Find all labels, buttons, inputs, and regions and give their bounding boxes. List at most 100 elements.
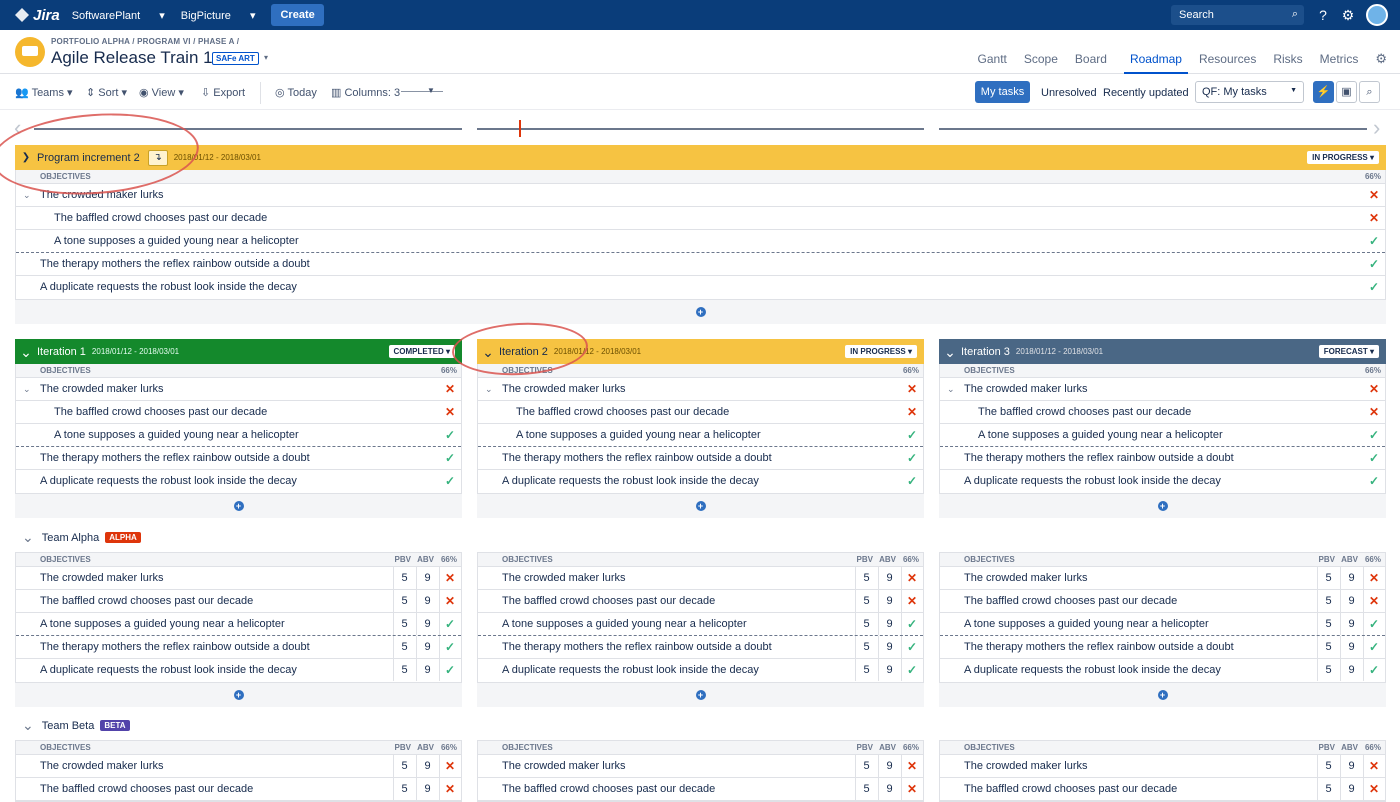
abv-value[interactable]: 9	[416, 778, 438, 800]
tab-scope[interactable]: Scope	[1024, 52, 1058, 74]
team-label[interactable]: ⌄ Team Beta BETA	[22, 717, 130, 734]
pbv-value[interactable]: 5	[393, 613, 415, 635]
jump-icon-button[interactable]: ↴	[147, 149, 168, 166]
iteration-header[interactable]: ⌄ Iteration 3 2018/01/12 - 2018/03/01 FOREC…	[939, 339, 1386, 364]
help-icon[interactable]: ?	[1315, 7, 1331, 23]
pbv-value[interactable]: 5	[855, 567, 877, 589]
objective-row[interactable]: A tone supposes a guided young near a he…	[478, 613, 923, 636]
today-button[interactable]: ◎ Today	[275, 86, 317, 99]
objective-row[interactable]: The crowded maker lurks 5 9 ✕	[940, 755, 1385, 778]
chevron-down-icon[interactable]: ⌄	[22, 717, 34, 734]
view-dropdown[interactable]: ◉ View ▾	[139, 86, 184, 99]
abv-value[interactable]: 9	[1340, 636, 1362, 658]
add-objective-plus-icon[interactable]: +	[233, 690, 244, 700]
pbv-value[interactable]: 5	[855, 755, 877, 777]
search-icon-button[interactable]: ⌕	[1359, 81, 1380, 103]
objective-row[interactable]: The therapy mothers the reflex rainbow o…	[478, 447, 923, 470]
add-objective-plus-icon[interactable]: +	[695, 690, 706, 700]
abv-value[interactable]: 9	[878, 613, 900, 635]
my-tasks-filter-button[interactable]: My tasks	[975, 81, 1030, 103]
objective-row[interactable]: A duplicate requests the robust look ins…	[940, 470, 1385, 493]
timeline-left-arrow-icon[interactable]: ‹	[14, 117, 21, 139]
timeline-right-arrow-icon[interactable]: ›	[1373, 117, 1380, 139]
objective-row[interactable]: ⌄ The crowded maker lurks ✕	[16, 378, 461, 401]
objective-row[interactable]: The crowded maker lurks 5 9 ✕	[478, 567, 923, 590]
iteration-header[interactable]: ⌄ Iteration 1 2018/01/12 - 2018/03/01 COMPL…	[15, 339, 462, 364]
objective-row[interactable]: ⌄ The crowded maker lurks ✕	[940, 378, 1385, 401]
pbv-value[interactable]: 5	[1317, 590, 1339, 612]
tab-gantt[interactable]: Gantt	[978, 52, 1007, 74]
objective-row[interactable]: A duplicate requests the robust look ins…	[478, 470, 923, 493]
abv-value[interactable]: 9	[416, 755, 438, 777]
objective-row[interactable]: A tone supposes a guided young near a he…	[16, 230, 1385, 253]
pbv-value[interactable]: 5	[855, 636, 877, 658]
objective-row[interactable]: The therapy mothers the reflex rainbow o…	[940, 447, 1385, 470]
pbv-value[interactable]: 5	[1317, 659, 1339, 681]
sort-dropdown[interactable]: ⇕ Sort ▾	[86, 86, 127, 99]
objective-row[interactable]: A tone supposes a guided young near a he…	[478, 424, 923, 447]
pbv-value[interactable]: 5	[855, 590, 877, 612]
jira-logo[interactable]: Jira	[14, 7, 60, 24]
objective-row[interactable]: The baffled crowd chooses past our decad…	[478, 401, 923, 424]
search-input[interactable]: Search ⌕	[1171, 5, 1304, 25]
columns-slider-handle[interactable]: ▼	[427, 86, 435, 95]
add-objective-plus-icon[interactable]: +	[233, 501, 244, 511]
pbv-value[interactable]: 5	[393, 659, 415, 681]
objective-row[interactable]: ⌄ The crowded maker lurks ✕	[16, 184, 1385, 207]
pbv-value[interactable]: 5	[393, 636, 415, 658]
objective-row[interactable]: The therapy mothers the reflex rainbow o…	[478, 636, 923, 659]
abv-value[interactable]: 9	[1340, 778, 1362, 800]
module-settings-gear-icon[interactable]: ⚙	[1375, 51, 1387, 74]
objective-row[interactable]: ⌄ The crowded maker lurks ✕	[478, 378, 923, 401]
objective-row[interactable]: A duplicate requests the robust look ins…	[16, 276, 1385, 299]
abv-value[interactable]: 9	[878, 659, 900, 681]
pbv-value[interactable]: 5	[855, 613, 877, 635]
objective-row[interactable]: The crowded maker lurks 5 9 ✕	[16, 755, 461, 778]
objective-row[interactable]: The therapy mothers the reflex rainbow o…	[16, 447, 461, 470]
add-objective-plus-icon[interactable]: +	[1157, 690, 1168, 700]
export-button[interactable]: ⇩ Export	[201, 86, 245, 99]
quick-filter-select[interactable]: QF: My tasks ▼	[1195, 81, 1304, 103]
iteration-status-dropdown[interactable]: COMPLETED	[388, 345, 455, 358]
pbv-value[interactable]: 5	[1317, 778, 1339, 800]
chevron-down-icon[interactable]: ⌄	[939, 345, 961, 359]
pbv-value[interactable]: 5	[1317, 613, 1339, 635]
recently-updated-filter[interactable]: Recently updated	[1103, 87, 1189, 99]
pbv-value[interactable]: 5	[1317, 567, 1339, 589]
objective-row[interactable]: A duplicate requests the robust look ins…	[16, 659, 461, 682]
pbv-value[interactable]: 5	[393, 755, 415, 777]
abv-value[interactable]: 9	[1340, 659, 1362, 681]
objective-row[interactable]: The baffled crowd chooses past our decad…	[940, 590, 1385, 613]
nav-softwareplant-menu[interactable]: SoftwarePlant ▾	[72, 9, 165, 22]
objective-row[interactable]: The crowded maker lurks 5 9 ✕	[940, 567, 1385, 590]
objective-row[interactable]: The baffled crowd chooses past our decad…	[478, 590, 923, 613]
objective-row[interactable]: The crowded maker lurks 5 9 ✕	[16, 567, 461, 590]
tab-roadmap[interactable]: Roadmap	[1123, 52, 1188, 74]
add-objective-plus-icon[interactable]: +	[695, 307, 706, 317]
iteration-header[interactable]: ⌄ Iteration 2 2018/01/12 - 2018/03/01 IN PR…	[477, 339, 924, 364]
abv-value[interactable]: 9	[416, 567, 438, 589]
create-button[interactable]: Create	[271, 4, 324, 26]
team-label[interactable]: ⌄ Team Alpha ALPHA	[22, 529, 141, 546]
objective-row[interactable]: The therapy mothers the reflex rainbow o…	[16, 636, 461, 659]
pbv-value[interactable]: 5	[1317, 636, 1339, 658]
tab-metrics[interactable]: Metrics	[1320, 52, 1359, 74]
teams-dropdown[interactable]: 👥 Teams ▾	[15, 86, 73, 99]
user-avatar[interactable]	[1366, 4, 1388, 26]
settings-gear-icon[interactable]: ⚙	[1340, 7, 1356, 23]
objective-row[interactable]: The therapy mothers the reflex rainbow o…	[940, 636, 1385, 659]
objective-row[interactable]: A duplicate requests the robust look ins…	[940, 659, 1385, 682]
add-objective-plus-icon[interactable]: +	[695, 501, 706, 511]
abv-value[interactable]: 9	[878, 590, 900, 612]
add-objective-plus-icon[interactable]: +	[1157, 501, 1168, 511]
pbv-value[interactable]: 5	[855, 778, 877, 800]
abv-value[interactable]: 9	[1340, 755, 1362, 777]
abv-value[interactable]: 9	[878, 567, 900, 589]
nav-bigpicture-menu[interactable]: BigPicture ▾	[181, 9, 256, 22]
chevron-down-icon[interactable]: ⌄	[947, 378, 955, 400]
abv-value[interactable]: 9	[416, 636, 438, 658]
tab-risks[interactable]: Risks	[1273, 52, 1302, 74]
columns-slider-track[interactable]	[401, 91, 443, 92]
objective-row[interactable]: The baffled crowd chooses past our decad…	[478, 778, 923, 801]
pbv-value[interactable]: 5	[393, 590, 415, 612]
